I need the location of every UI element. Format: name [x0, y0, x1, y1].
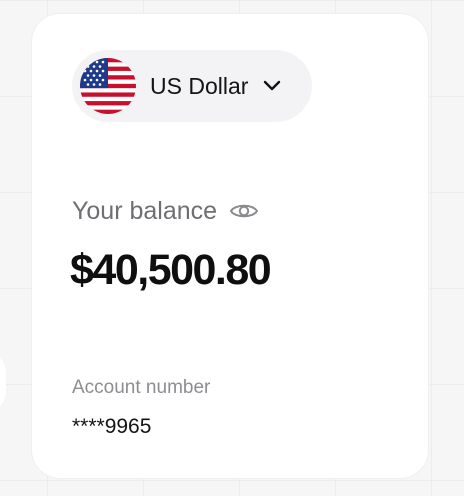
- eye-icon[interactable]: [229, 200, 259, 222]
- balance-amount: $40,500.80: [70, 246, 272, 294]
- currency-label: US Dollar: [150, 73, 249, 99]
- chevron-down-icon: [263, 80, 281, 91]
- balance-header: Your balance: [72, 194, 259, 228]
- balance-card: US Dollar Your balance $40,500.80 Accoun…: [32, 14, 428, 478]
- currency-dropdown[interactable]: US Dollar: [72, 50, 312, 122]
- background-card-edge: [0, 352, 6, 412]
- balance-label: Your balance: [72, 197, 218, 225]
- account-number-label: Account number: [72, 377, 211, 398]
- us-flag-icon: [80, 58, 136, 114]
- account-number-value: ****9965: [72, 415, 152, 438]
